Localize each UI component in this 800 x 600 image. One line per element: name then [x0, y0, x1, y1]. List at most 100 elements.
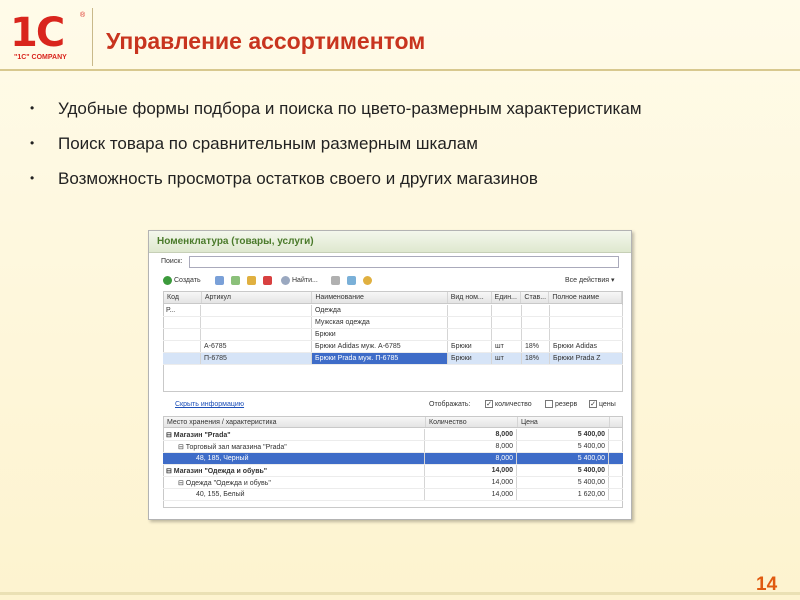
cell: 8,000	[425, 429, 517, 440]
cell	[522, 329, 550, 340]
create-button[interactable]: Создать	[163, 274, 201, 286]
header-divider	[92, 8, 93, 66]
prices-checkbox[interactable]: ✓ цены	[589, 400, 616, 408]
cell	[163, 329, 201, 340]
cell: 5 400,00	[517, 429, 609, 440]
column-header[interactable]: Вид ном...	[448, 292, 492, 303]
find-button-label: Найти...	[292, 276, 318, 284]
cell: 5 400,00	[517, 441, 609, 452]
cell: Р...	[163, 305, 201, 316]
header-underline	[0, 69, 800, 71]
table-row[interactable]: Брюки	[163, 329, 623, 341]
slide: 1С ® "1C" COMPANY Управление ассортимент…	[0, 0, 800, 600]
cell	[448, 305, 492, 316]
cell: А-6785	[201, 341, 312, 352]
cell	[163, 317, 201, 328]
cell	[448, 329, 492, 340]
cell: Брюки	[312, 329, 448, 340]
column-header[interactable]: Наименование	[312, 292, 448, 303]
cell: Брюки Prada муж. П-6785	[312, 353, 448, 364]
cell	[550, 305, 623, 316]
add-icon	[163, 275, 172, 285]
cell: 5 400,00	[517, 465, 609, 476]
stock-row[interactable]: ⊟ Магазин "Одежда и обувь" 14,000 5 400,00	[163, 465, 623, 477]
column-header[interactable]: Един...	[492, 292, 522, 303]
cell: 8,000	[425, 453, 517, 464]
bullet-icon: •	[30, 101, 35, 115]
bullet-list: • Удобные формы подбора и поиска по цвето…	[30, 96, 730, 201]
bullet-item: • Возможность просмотра остатков своего и…	[30, 166, 730, 191]
display-label: Отображать:	[429, 401, 471, 408]
magnifier-icon	[281, 275, 290, 285]
find-button[interactable]: Найти...	[281, 274, 318, 286]
all-actions-menu[interactable]: Все действия ▾	[565, 274, 614, 286]
toolbar: Создать Найти... Все действия ▾	[149, 272, 631, 288]
bullet-text: Возможность просмотра остатков своего и …	[58, 169, 538, 188]
reserve-checkbox[interactable]: резерв	[545, 400, 577, 408]
refresh-icon[interactable]	[347, 276, 356, 285]
add-group-icon[interactable]	[231, 276, 240, 285]
checkbox-label: резерв	[555, 400, 578, 408]
column-header[interactable]: Цена	[518, 417, 610, 427]
cell: ⊟ Магазин "Prada"	[163, 429, 425, 440]
cell: 14,000	[425, 477, 517, 488]
cell: 8,000	[425, 441, 517, 452]
column-header[interactable]: Полное наиме	[549, 292, 622, 303]
cell	[550, 329, 623, 340]
cell	[201, 305, 312, 316]
hide-info-link[interactable]: Скрыть информацию	[175, 401, 244, 408]
table-row[interactable]: А-6785 Брюки Adidas муж. А-6785 Брюки шт…	[163, 341, 623, 353]
column-header[interactable]: Количество	[426, 417, 518, 427]
bullet-text: Удобные формы подбора и поиска по цвето-…	[58, 99, 642, 118]
stock-row[interactable]: ⊟ Магазин "Prada" 8,000 5 400,00	[163, 429, 623, 441]
column-header[interactable]: Артикул	[202, 292, 313, 303]
cell: 40, 155, Белый	[163, 489, 425, 500]
logo-registered-mark: ®	[80, 12, 86, 19]
table-row[interactable]: Мужская одежда	[163, 317, 623, 329]
edit-icon[interactable]	[247, 276, 256, 285]
bullet-icon: •	[30, 171, 35, 185]
stock-row-selected[interactable]: 48, 185, Черный 8,000 5 400,00	[163, 453, 623, 465]
footer-line	[0, 592, 800, 595]
column-header[interactable]: Код	[164, 292, 202, 303]
search-label: Поиск:	[161, 258, 183, 265]
all-actions-label: Все действия ▾	[565, 277, 615, 284]
column-header[interactable]: Место хранения / характеристика	[164, 417, 426, 427]
bullet-icon: •	[30, 136, 35, 150]
quantity-checkbox[interactable]: ✓ количество	[485, 400, 532, 408]
stock-row[interactable]: ⊟ Одежда "Одежда и обувь" 14,000 5 400,00	[163, 477, 623, 489]
cell: 1 620,00	[517, 489, 609, 500]
table-row[interactable]: Р... Одежда	[163, 305, 623, 317]
delete-icon[interactable]	[263, 276, 272, 285]
table-row-selected[interactable]: П-6785 Брюки Prada муж. П-6785 Брюки шт …	[163, 353, 623, 365]
cell: 14,000	[425, 489, 517, 500]
nomenclature-grid-header: Код Артикул Наименование Вид ном... Един…	[163, 291, 623, 304]
search-row: Поиск:	[149, 255, 631, 269]
checkbox-label: цены	[599, 400, 616, 408]
checkbox-label: количество	[495, 400, 532, 408]
stock-row[interactable]: 40, 155, Белый 14,000 1 620,00	[163, 489, 623, 501]
column-header[interactable]: Став...	[521, 292, 550, 303]
stock-row[interactable]: ⊟ Торговый зал магазина "Prada" 8,000 5 40…	[163, 441, 623, 453]
cell: 18%	[522, 341, 550, 352]
cell: 48, 185, Черный	[163, 453, 425, 464]
cell	[522, 305, 550, 316]
checkbox-empty-icon	[545, 400, 553, 408]
cell: ⊟ Магазин "Одежда и обувь"	[163, 465, 425, 476]
checkbox-checked-icon: ✓	[485, 400, 493, 408]
header: 1С ® "1C" COMPANY Управление ассортимент…	[0, 0, 800, 71]
cell	[492, 317, 522, 328]
cell: Брюки	[448, 341, 492, 352]
checkbox-checked-icon: ✓	[589, 400, 597, 408]
bullet-item: • Поиск товара по сравнительным размерным…	[30, 131, 730, 156]
help-icon[interactable]	[363, 276, 372, 285]
cell	[522, 317, 550, 328]
copy-icon[interactable]	[215, 276, 224, 285]
bullet-item: • Удобные формы подбора и поиска по цвето…	[30, 96, 730, 121]
cell	[492, 329, 522, 340]
cell: 5 400,00	[517, 453, 609, 464]
search-input[interactable]	[189, 256, 619, 268]
cell: Мужская одежда	[312, 317, 448, 328]
cancel-search-icon[interactable]	[331, 276, 340, 285]
cell: ⊟ Одежда "Одежда и обувь"	[163, 477, 425, 488]
